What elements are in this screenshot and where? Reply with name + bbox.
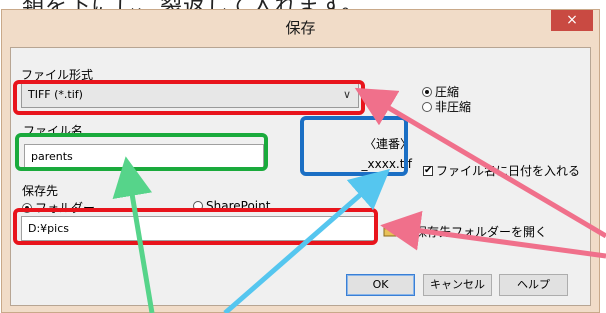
arrow-to-folder-icon [380,210,606,259]
arrow-to-sequence [223,168,391,313]
arrow-to-file-name [112,156,155,313]
arrow-to-file-format [354,87,606,239]
annotation-arrows [112,87,606,313]
